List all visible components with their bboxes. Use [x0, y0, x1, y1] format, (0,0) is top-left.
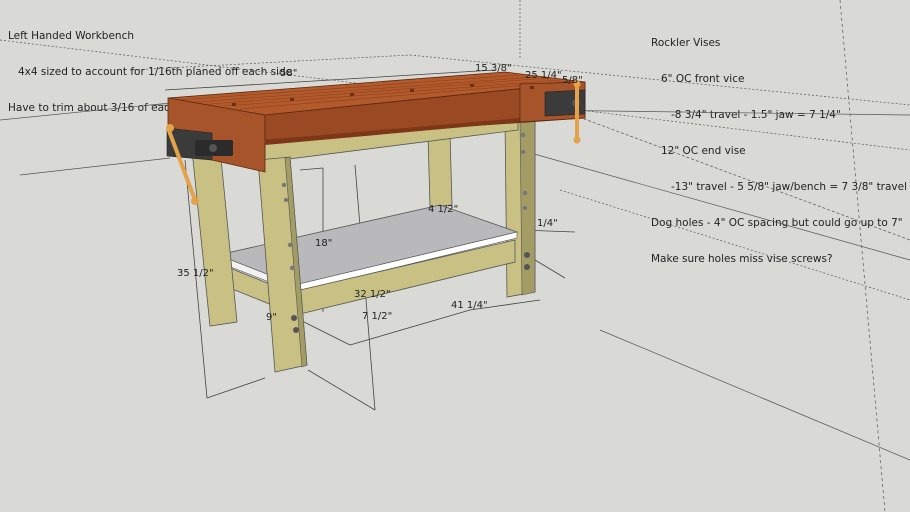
- dim-rear-note: 4 1/2": [428, 204, 458, 215]
- dim-leg-size: 9": [266, 312, 277, 323]
- dim-bench-height: 35 1/2": [177, 268, 214, 279]
- workbench-scene: 58" 15 3/8" 25 1/4" 5/8" 18" 35 1/2" 32 …: [0, 0, 910, 512]
- dim-top-depth-c: 5/8": [562, 75, 583, 86]
- dim-rail-height: 7 1/2": [362, 311, 392, 322]
- dim-shelf-height: 18": [315, 238, 332, 249]
- dim-top-depth-b: 25 1/4": [525, 70, 562, 81]
- dim-top-depth-a: 15 3/8": [475, 63, 512, 74]
- dim-side-offset: 1/4": [537, 218, 558, 229]
- workbench-drawing: Left Handed Workbench 4x4 sized to accou…: [0, 0, 910, 512]
- dim-base-length: 41 1/4": [451, 300, 488, 311]
- dim-shelf-width: 32 1/2": [354, 289, 391, 300]
- dim-top-length: 58": [280, 68, 297, 79]
